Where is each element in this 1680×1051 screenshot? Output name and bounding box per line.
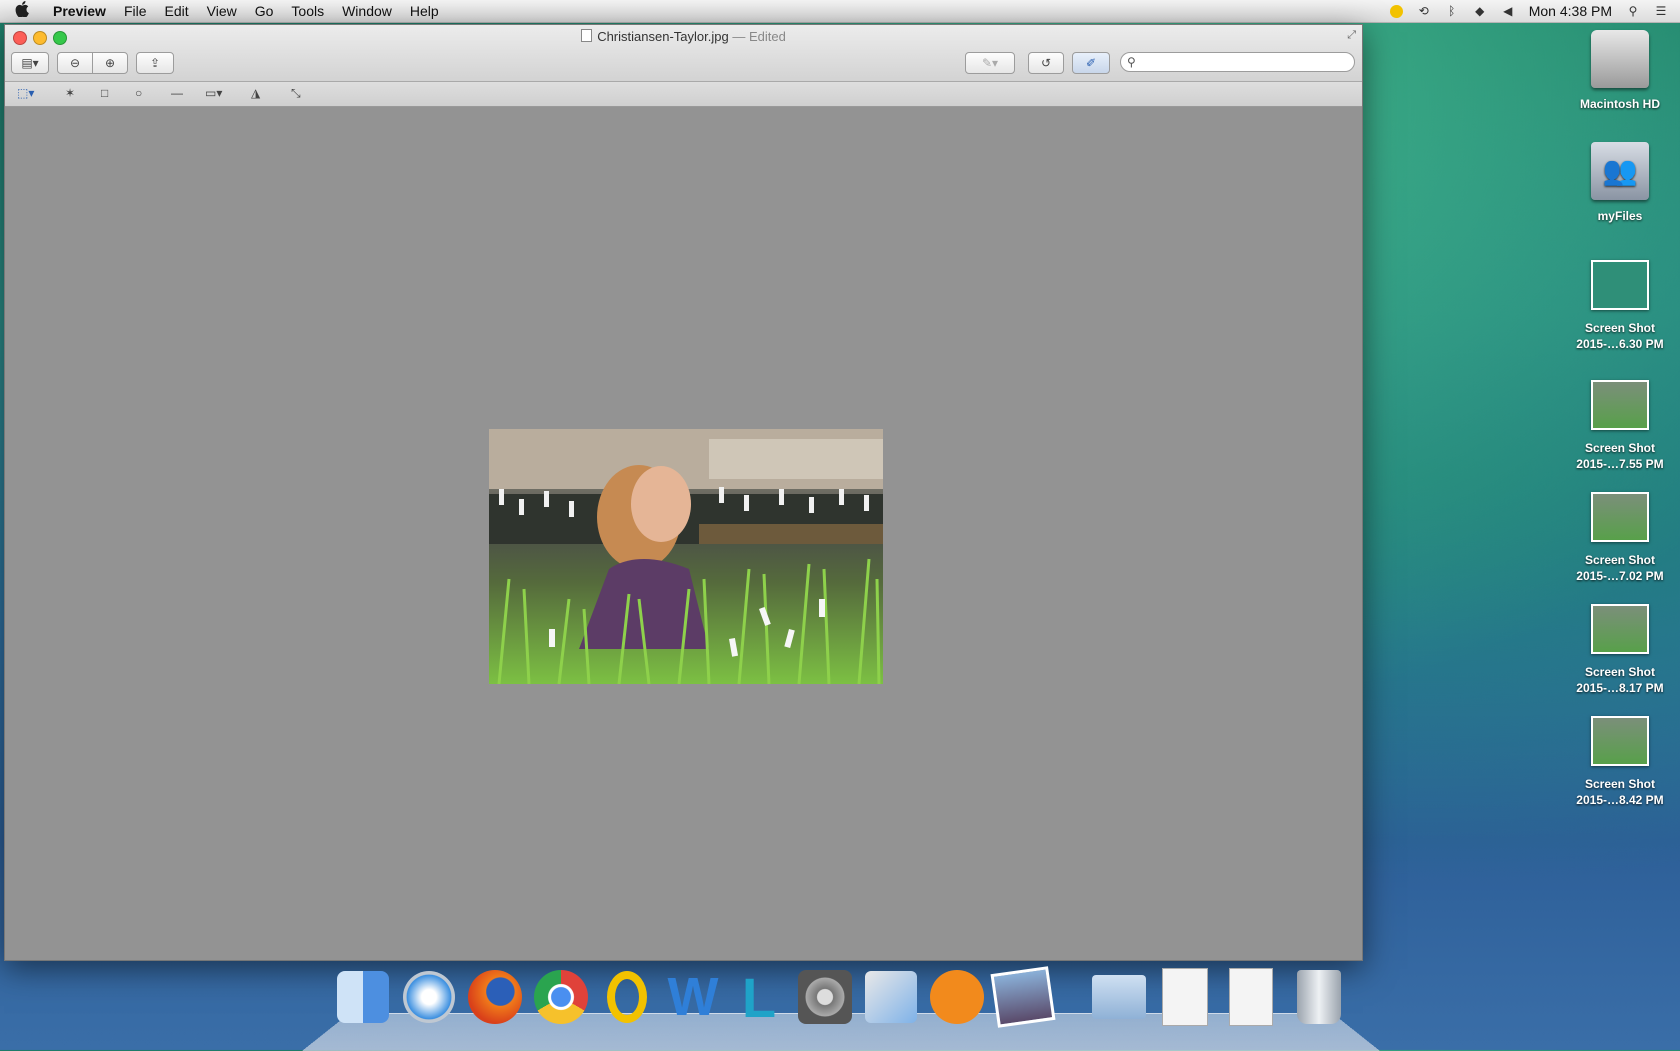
- adjust-size-icon[interactable]: ⤡: [291, 86, 301, 101]
- search-icon: ⚲: [1127, 55, 1136, 69]
- desktop-icon-label-line1: Screen Shot: [1584, 777, 1656, 791]
- desktop-icon-label-line1: Screen Shot: [1584, 553, 1656, 567]
- hard-drive-icon: [1591, 30, 1649, 88]
- title-separator: —: [728, 29, 749, 44]
- folder-stack-icon[interactable]: [1090, 968, 1148, 1026]
- spotlight-search-icon[interactable]: ⚲: [1626, 4, 1640, 18]
- menu-app-preview[interactable]: Preview: [44, 0, 115, 22]
- desktop-icon-label-line2: 2015-…8.17 PM: [1576, 681, 1664, 695]
- zoom-out-button[interactable]: ⊖: [57, 52, 93, 74]
- word-icon[interactable]: W: [664, 967, 722, 1027]
- chrome-icon[interactable]: [532, 968, 590, 1026]
- wifi-icon[interactable]: ◆: [1473, 4, 1487, 18]
- window-title: Christiansen-Taylor.jpg — Edited: [5, 29, 1362, 44]
- title-bar: Christiansen-Taylor.jpg — Edited ⤢ ▤▾ ⊖ …: [5, 25, 1362, 82]
- firefox-icon[interactable]: [466, 968, 524, 1026]
- adjust-color-icon[interactable]: ◮: [251, 86, 260, 100]
- maps-icon[interactable]: [862, 968, 920, 1026]
- photo-image[interactable]: [489, 429, 883, 684]
- rectangle-shape-icon[interactable]: □: [101, 86, 108, 100]
- share-button[interactable]: ⇪: [136, 52, 174, 74]
- desktop-icon-label-line2: 2015-…6.30 PM: [1576, 337, 1664, 351]
- desktop-icon-label: myFiles: [1597, 209, 1643, 223]
- finder-icon[interactable]: [334, 968, 392, 1026]
- filename: Christiansen-Taylor.jpg: [597, 29, 729, 44]
- downloads-stack-icon[interactable]: [1222, 968, 1280, 1026]
- pen-icon: ✎▾: [981, 56, 999, 70]
- iphoto-preview-icon[interactable]: [990, 966, 1056, 1028]
- screenshot-thumbnail-icon: [1591, 380, 1649, 430]
- bluetooth-icon[interactable]: ᛒ: [1445, 4, 1459, 18]
- menu-window[interactable]: Window: [333, 0, 401, 22]
- time-machine-icon[interactable]: ⟲: [1417, 4, 1431, 18]
- desktop-icon-screenshot[interactable]: Screen Shot 2015-…7.02 PM: [1560, 492, 1680, 584]
- preview-window: Christiansen-Taylor.jpg — Edited ⤢ ▤▾ ⊖ …: [4, 24, 1363, 961]
- instant-alpha-icon[interactable]: ✶: [65, 86, 75, 100]
- screenshot-thumbnail-icon: [1591, 492, 1649, 542]
- desktop-icon-screenshot[interactable]: Screen Shot 2015-…8.42 PM: [1560, 716, 1680, 808]
- network-share-icon: 👥: [1591, 142, 1649, 200]
- safari-icon[interactable]: [400, 968, 458, 1026]
- edit-toolbar: ⬚▾ ✶ □ ○ — ▭▾ ◮ ⤡: [5, 82, 1362, 107]
- annotate-button[interactable]: ✎▾: [965, 52, 1015, 74]
- desktop-icon-screenshot[interactable]: Screen Shot 2015-…8.17 PM: [1560, 604, 1680, 696]
- screenshot-thumbnail-icon: [1591, 260, 1649, 310]
- menu-bar: Preview File Edit View Go Tools Window H…: [0, 0, 1680, 23]
- menu-tools[interactable]: Tools: [282, 0, 333, 22]
- menu-help[interactable]: Help: [401, 0, 448, 22]
- clock[interactable]: Mon 4:38 PM: [1529, 3, 1612, 19]
- menu-view[interactable]: View: [198, 0, 246, 22]
- desktop-icon-myfiles[interactable]: 👥 myFiles: [1560, 142, 1680, 224]
- documents-stack-icon[interactable]: [1156, 968, 1214, 1026]
- show-edit-toolbar-button[interactable]: ✐: [1072, 52, 1110, 74]
- document-proxy-icon[interactable]: [581, 29, 593, 42]
- desktop-icon-label-line2: 2015-…7.02 PM: [1576, 569, 1664, 583]
- desktop-icon-screenshot[interactable]: Screen Shot 2015-…6.30 PM: [1560, 260, 1680, 352]
- system-preferences-icon[interactable]: [796, 968, 854, 1026]
- lync-icon[interactable]: L: [730, 966, 788, 1029]
- sidebar-icon: ▤▾: [21, 56, 39, 70]
- edit-toolbox-icon: ✐: [1085, 56, 1097, 70]
- desktop-icon-label: Macintosh HD: [1579, 97, 1660, 111]
- menu-edit[interactable]: Edit: [156, 0, 198, 22]
- rectangular-selection-icon[interactable]: ⬚▾: [17, 86, 34, 100]
- desktop-icon-label-line2: 2015-…8.42 PM: [1576, 793, 1664, 807]
- menu-go[interactable]: Go: [246, 0, 283, 22]
- rotate-button[interactable]: ↺: [1028, 52, 1064, 74]
- norton-icon[interactable]: [1389, 4, 1403, 18]
- desktop-icon-label-line1: Screen Shot: [1584, 665, 1656, 679]
- document-canvas: [5, 107, 1362, 960]
- menu-file[interactable]: File: [115, 0, 156, 22]
- desktop-icon-label-line1: Screen Shot: [1584, 441, 1656, 455]
- zoom-out-icon: ⊖: [69, 56, 81, 70]
- text-box-icon[interactable]: ▭▾: [205, 86, 222, 100]
- desktop-icon-screenshot[interactable]: Screen Shot 2015-…7.55 PM: [1560, 380, 1680, 472]
- zoom-in-button[interactable]: ⊕: [92, 52, 128, 74]
- rotate-icon: ↺: [1040, 56, 1052, 70]
- fullscreen-icon[interactable]: ⤢: [1347, 29, 1356, 42]
- oval-shape-icon[interactable]: ○: [135, 86, 142, 100]
- share-icon: ⇪: [149, 56, 161, 70]
- screenshot-thumbnail-icon: [1591, 716, 1649, 766]
- apple-menu-icon[interactable]: [0, 1, 44, 21]
- zoom-in-icon: ⊕: [104, 56, 116, 70]
- desktop-icon-label-line1: Screen Shot: [1584, 321, 1656, 335]
- desktop-icon-macintosh-hd[interactable]: Macintosh HD: [1560, 30, 1680, 112]
- screenshot-thumbnail-icon: [1591, 604, 1649, 654]
- status-menus: ⟲ ᛒ ◆ ◀ Mon 4:38 PM ⚲ ☰: [1389, 3, 1680, 19]
- edited-status[interactable]: Edited: [749, 29, 786, 44]
- line-shape-icon[interactable]: —: [171, 86, 183, 100]
- desktop-icon-label-line2: 2015-…7.55 PM: [1576, 457, 1664, 471]
- view-menu-button[interactable]: ▤▾: [11, 52, 49, 74]
- trash-icon[interactable]: [1290, 968, 1348, 1026]
- ibooks-icon[interactable]: [928, 968, 986, 1026]
- notification-center-icon[interactable]: ☰: [1654, 4, 1668, 18]
- search-field[interactable]: ⚲: [1120, 52, 1355, 72]
- volume-icon[interactable]: ◀: [1501, 4, 1515, 18]
- outlook-icon[interactable]: [598, 968, 656, 1026]
